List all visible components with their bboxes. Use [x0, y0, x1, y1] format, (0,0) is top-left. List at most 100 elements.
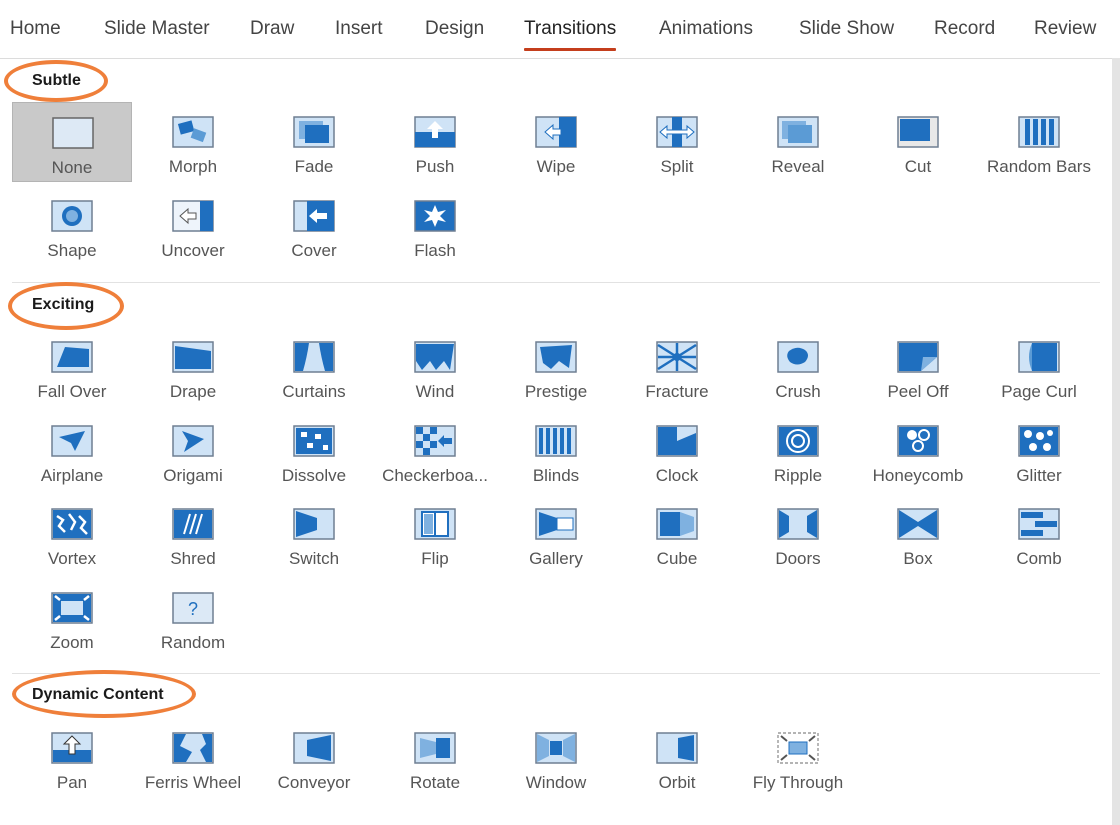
transition-label: Curtains — [282, 382, 346, 401]
transition-label: Uncover — [161, 241, 225, 260]
tab-review[interactable]: Review — [1034, 18, 1096, 40]
transition-random[interactable]: ? Random — [133, 578, 253, 658]
prestige-icon — [535, 341, 577, 373]
transition-conveyor[interactable]: Conveyor — [254, 718, 374, 798]
random-bars-icon — [1018, 116, 1060, 148]
transition-label: Airplane — [40, 466, 104, 485]
gallery-icon — [535, 508, 577, 540]
transition-label: Cut — [904, 157, 932, 176]
reveal-icon — [777, 116, 819, 148]
wind-icon — [414, 341, 456, 373]
transition-dissolve[interactable]: Dissolve — [254, 411, 374, 491]
tab-slide-master[interactable]: Slide Master — [104, 18, 210, 40]
transition-label: Window — [525, 773, 587, 792]
transition-clock[interactable]: Clock — [617, 411, 737, 491]
transition-label: Wipe — [536, 157, 576, 176]
transition-wipe[interactable]: Wipe — [496, 102, 616, 182]
transition-checkerboa[interactable]: Checkerboa... — [375, 411, 495, 491]
transition-page-curl[interactable]: Page Curl — [979, 327, 1099, 407]
transition-uncover[interactable]: Uncover — [133, 186, 253, 266]
transition-drape[interactable]: Drape — [133, 327, 253, 407]
transition-fall-over[interactable]: Fall Over — [12, 327, 132, 407]
transition-ripple[interactable]: Ripple — [738, 411, 858, 491]
transition-label: Peel Off — [887, 382, 949, 401]
morph-icon — [172, 116, 214, 148]
tab-draw[interactable]: Draw — [250, 18, 294, 40]
transition-label: Morph — [168, 157, 218, 176]
transition-orbit[interactable]: Orbit — [617, 718, 737, 798]
transition-crush[interactable]: Crush — [738, 327, 858, 407]
transition-fade[interactable]: Fade — [254, 102, 374, 182]
transition-vortex[interactable]: Vortex — [12, 494, 132, 574]
transition-airplane[interactable]: Airplane — [12, 411, 132, 491]
tab-home[interactable]: Home — [10, 18, 61, 40]
transition-label: Random — [160, 633, 226, 652]
box-icon — [897, 508, 939, 540]
tab-slide-show[interactable]: Slide Show — [799, 18, 894, 40]
transition-push[interactable]: Push — [375, 102, 495, 182]
transition-label: Doors — [775, 549, 821, 568]
transition-label: Origami — [163, 466, 223, 485]
section-heading-exciting: Exciting — [32, 296, 95, 313]
transition-label: Honeycomb — [872, 466, 964, 485]
transition-honeycomb[interactable]: Honeycomb — [858, 411, 978, 491]
transition-cover[interactable]: Cover — [254, 186, 374, 266]
transition-peel-off[interactable]: Peel Off — [858, 327, 978, 407]
transition-origami[interactable]: Origami — [133, 411, 253, 491]
cover-icon — [293, 200, 335, 232]
transition-flip[interactable]: Flip — [375, 494, 495, 574]
transition-curtains[interactable]: Curtains — [254, 327, 374, 407]
transition-reveal[interactable]: Reveal — [738, 102, 858, 182]
tab-record[interactable]: Record — [934, 18, 995, 40]
transition-none[interactable]: None — [12, 102, 132, 182]
transition-label: None — [51, 158, 93, 177]
transition-comb[interactable]: Comb — [979, 494, 1099, 574]
crush-icon — [777, 341, 819, 373]
curtains-icon — [293, 341, 335, 373]
fracture-icon — [656, 341, 698, 373]
tab-transitions[interactable]: Transitions — [524, 18, 617, 51]
transition-box[interactable]: Box — [858, 494, 978, 574]
section-heading-subtle: Subtle — [32, 72, 81, 89]
transition-flash[interactable]: Flash — [375, 186, 495, 266]
transition-label: Dissolve — [281, 466, 347, 485]
transition-wind[interactable]: Wind — [375, 327, 495, 407]
transition-split[interactable]: Split — [617, 102, 737, 182]
vortex-icon — [51, 508, 93, 540]
transition-label: Comb — [1016, 549, 1062, 568]
transition-label: Drape — [169, 382, 217, 401]
ferris-wheel-icon — [172, 732, 214, 764]
tab-animations[interactable]: Animations — [659, 18, 753, 40]
transition-switch[interactable]: Switch — [254, 494, 374, 574]
transition-label: Split — [660, 157, 694, 176]
transition-rotate[interactable]: Rotate — [375, 718, 495, 798]
clock-icon — [656, 425, 698, 457]
transition-pan[interactable]: Pan — [12, 718, 132, 798]
tab-design[interactable]: Design — [425, 18, 484, 40]
pan-icon — [51, 732, 93, 764]
fly-through-icon — [777, 732, 819, 764]
transition-morph[interactable]: Morph — [133, 102, 253, 182]
transition-ferris-wheel[interactable]: Ferris Wheel — [133, 718, 253, 798]
transition-label: Fly Through — [752, 773, 844, 792]
transition-window[interactable]: Window — [496, 718, 616, 798]
checkerboard-icon — [414, 425, 456, 457]
transition-doors[interactable]: Doors — [738, 494, 858, 574]
transition-zoom[interactable]: Zoom — [12, 578, 132, 658]
transition-cube[interactable]: Cube — [617, 494, 737, 574]
transition-label: Blinds — [532, 466, 580, 485]
transition-prestige[interactable]: Prestige — [496, 327, 616, 407]
shape-icon — [51, 200, 93, 232]
transition-shape[interactable]: Shape — [12, 186, 132, 266]
tab-insert[interactable]: Insert — [335, 18, 383, 40]
transition-blinds[interactable]: Blinds — [496, 411, 616, 491]
transition-cut[interactable]: Cut — [858, 102, 978, 182]
transition-shred[interactable]: Shred — [133, 494, 253, 574]
transition-gallery[interactable]: Gallery — [496, 494, 616, 574]
switch-icon — [293, 508, 335, 540]
transition-random-bars[interactable]: Random Bars — [979, 102, 1099, 182]
transition-fracture[interactable]: Fracture — [617, 327, 737, 407]
transition-fly-through[interactable]: Fly Through — [738, 718, 858, 798]
transition-glitter[interactable]: Glitter — [979, 411, 1099, 491]
transition-label: Push — [415, 157, 455, 176]
